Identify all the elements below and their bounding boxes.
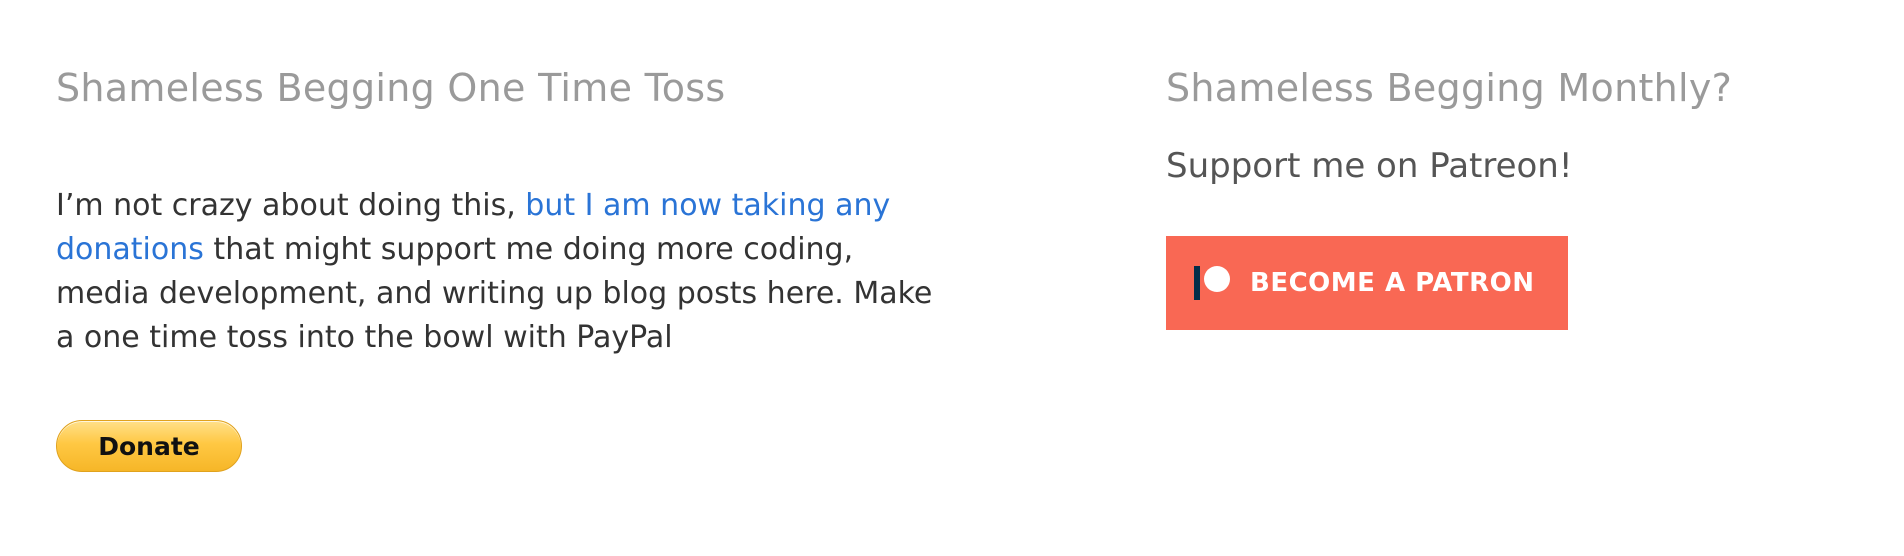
description-line-1: I’m not crazy about doing this, but I am… bbox=[56, 184, 946, 228]
description-text: that might support me doing more coding, bbox=[203, 232, 854, 267]
patreon-logo-icon bbox=[1194, 263, 1234, 303]
become-patron-button[interactable]: BECOME A PATRON bbox=[1166, 236, 1568, 330]
donation-description: I’m not crazy about doing this, but I am… bbox=[56, 184, 946, 360]
paypal-donate-button[interactable]: Donate bbox=[56, 420, 242, 472]
description-line-3: media development, and writing up blog p… bbox=[56, 276, 933, 311]
become-patron-label: BECOME A PATRON bbox=[1250, 268, 1535, 298]
donations-link-part-1[interactable]: but I am now taking any bbox=[525, 188, 890, 223]
description-line-2: donations that might support me doing mo… bbox=[56, 228, 946, 272]
monthly-title: Shameless Begging Monthly? bbox=[1166, 66, 1733, 110]
patreon-logo-bar bbox=[1194, 266, 1200, 300]
description-text: I’m not crazy about doing this, bbox=[56, 188, 526, 223]
patreon-logo-circle bbox=[1204, 266, 1230, 292]
one-time-toss-title: Shameless Begging One Time Toss bbox=[56, 66, 726, 110]
patreon-subtitle: Support me on Patreon! bbox=[1166, 146, 1573, 186]
donations-link-part-2[interactable]: donations bbox=[56, 232, 204, 267]
description-line-4: a one time toss into the bowl with PayPa… bbox=[56, 320, 673, 355]
